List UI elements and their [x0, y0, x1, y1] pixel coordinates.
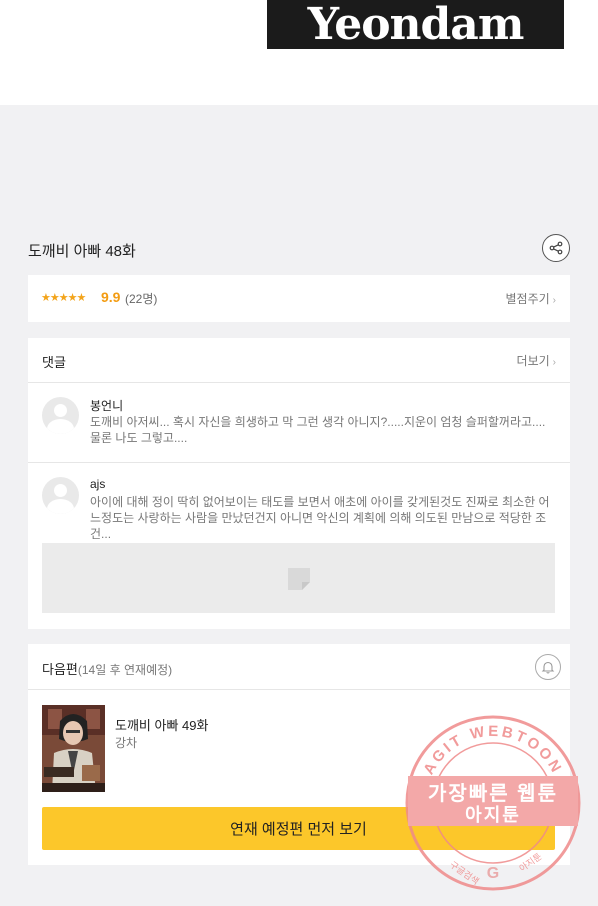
ad-placeholder[interactable] [42, 543, 555, 613]
rate-button-label: 별점주기 [505, 292, 550, 306]
notify-button[interactable] [535, 654, 561, 680]
watermark-line-2: 아지툰 [465, 805, 521, 825]
image-placeholder-icon [288, 568, 310, 590]
next-episode-header: 다음편(14일 후 연재예정) [28, 644, 570, 690]
share-icon [549, 241, 563, 255]
avatar-icon [42, 397, 79, 434]
next-episode-schedule: (14일 후 연재예정) [77, 663, 173, 677]
comment-item[interactable]: 봉언니 도깨비 아저씨... 혹시 자신을 희생하고 막 그런 생각 아니지?.… [28, 383, 570, 463]
thumbnail-image [42, 705, 105, 792]
share-button[interactable] [542, 234, 570, 262]
comment-author: ajs [90, 477, 106, 491]
next-episode-title: 도깨비 아빠 49화 [115, 718, 209, 733]
next-episode-heading: 다음편 [42, 662, 78, 677]
comment-item[interactable]: ajs 아이에 대해 정이 딱히 없어보이는 태도를 보면서 애초에 아이를 갖… [28, 463, 570, 543]
episode-title: 도깨비 아빠 48화 [28, 243, 136, 260]
svg-text:G: G [487, 865, 499, 882]
comments-header: 댓글 더보기 › [28, 338, 570, 383]
rate-button[interactable]: 별점주기 › [505, 290, 556, 307]
avatar-icon [42, 477, 79, 514]
top-banner: Yeondam [0, 0, 598, 105]
comments-title: 댓글 [42, 355, 66, 370]
rating-card: ★★★★★ 9.9 (22명) 별점주기 › [28, 275, 570, 322]
comment-text: 아이에 대해 정이 딱히 없어보이는 태도를 보면서 애초에 아이를 갖게된것도… [90, 495, 550, 541]
comments-more-button[interactable]: 더보기 › [517, 352, 556, 369]
rating-score: 9.9 [101, 289, 121, 305]
chevron-right-icon: › [552, 357, 556, 368]
rating-count: (22명) [125, 292, 158, 306]
next-episode-thumbnail[interactable] [42, 705, 105, 792]
chevron-right-icon: › [552, 295, 556, 306]
episode-header: 도깨비 아빠 48화 [28, 234, 570, 264]
next-episode-author: 강차 [115, 736, 138, 750]
next-episode-card: 다음편(14일 후 연재예정) 도깨비 아빠 49화 강차 연재 예정편 먼저 … [28, 644, 570, 865]
comments-card: 댓글 더보기 › 봉언니 도깨비 아저씨... 혹시 자신을 희생하고 막 그런 … [28, 338, 570, 629]
bell-icon [541, 661, 555, 674]
rating-stars: ★★★★★ [41, 292, 86, 304]
comment-author: 봉언니 [90, 399, 124, 413]
yeondam-logo[interactable]: Yeondam [267, 0, 564, 49]
more-label: 더보기 [516, 354, 550, 368]
comment-text: 도깨비 아저씨... 혹시 자신을 희생하고 막 그런 생각 아니지?.....… [90, 415, 546, 445]
